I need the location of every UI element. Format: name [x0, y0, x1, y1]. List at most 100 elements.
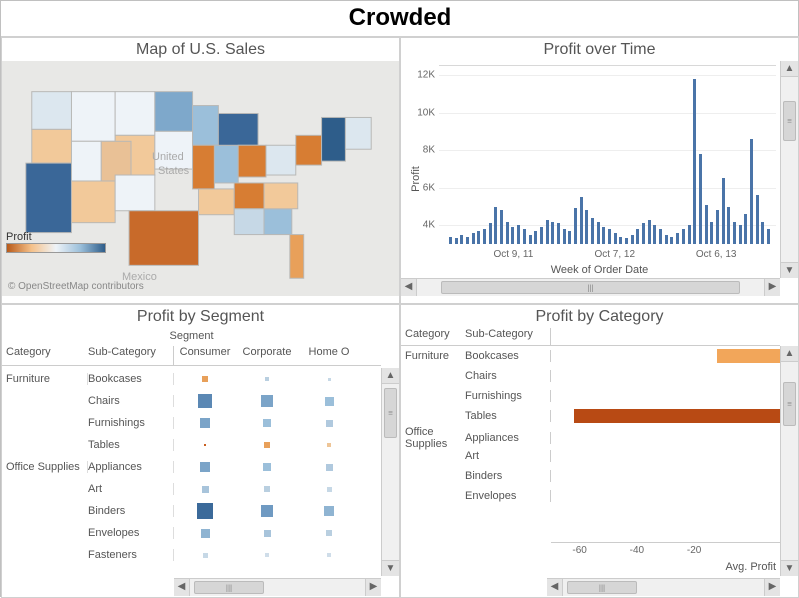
profit-bar[interactable] — [602, 227, 605, 244]
map-viewport[interactable]: United States Mexico Profit © OpenStreet… — [2, 61, 399, 296]
profit-bar[interactable] — [699, 154, 702, 244]
scroll-left-icon[interactable]: ◀ — [401, 279, 417, 296]
profit-bar[interactable] — [489, 223, 492, 244]
profit-bar[interactable] — [574, 208, 577, 244]
heatmap-cell[interactable] — [264, 486, 270, 492]
heatmap-cell[interactable] — [200, 418, 210, 428]
profit-bar[interactable] — [636, 229, 639, 244]
profit-bar[interactable] — [568, 231, 571, 244]
profit-bar[interactable] — [580, 197, 583, 244]
heatmap-cell[interactable] — [328, 378, 331, 381]
pbs-heatmap-grid[interactable]: FurnitureBookcasesChairsFurnishingsTable… — [2, 368, 381, 576]
profit-bar[interactable] — [551, 222, 554, 244]
heatmap-cell[interactable] — [324, 506, 334, 516]
profit-bar[interactable] — [608, 229, 611, 244]
scroll-up-icon[interactable]: ▲ — [781, 346, 798, 362]
profit-bar[interactable] — [483, 229, 486, 244]
profit-bar[interactable] — [716, 210, 719, 244]
profit-bar[interactable] — [563, 229, 566, 244]
heatmap-cell[interactable] — [265, 553, 269, 557]
profit-bar[interactable] — [642, 223, 645, 244]
heatmap-cell[interactable] — [325, 397, 334, 406]
scrollbar-thumb[interactable]: ≡ — [384, 388, 397, 438]
heatmap-cell[interactable] — [327, 553, 331, 557]
profit-bar[interactable] — [534, 231, 537, 244]
scroll-right-icon[interactable]: ▶ — [764, 279, 780, 296]
heatmap-cell[interactable] — [203, 553, 208, 558]
profit-bar[interactable] — [631, 235, 634, 244]
heatmap-cell[interactable] — [202, 486, 209, 493]
heatmap-cell[interactable] — [264, 442, 270, 448]
profit-bar[interactable] — [506, 222, 509, 244]
profit-bar[interactable] — [676, 233, 679, 244]
profit-bar[interactable] — [557, 223, 560, 244]
scrollbar-thumb[interactable]: ||| — [441, 281, 740, 294]
profit-bar[interactable] — [739, 225, 742, 244]
heatmap-cell[interactable] — [198, 394, 212, 408]
profit-bar[interactable] — [466, 237, 469, 244]
scroll-up-icon[interactable]: ▲ — [781, 61, 798, 77]
profit-bar[interactable] — [727, 207, 730, 244]
profit-bar[interactable] — [546, 220, 549, 244]
profit-bar[interactable] — [750, 139, 753, 244]
heatmap-cell[interactable] — [326, 420, 333, 427]
profit-bar[interactable] — [460, 235, 463, 244]
heatmap-cell[interactable] — [327, 443, 331, 447]
profit-bar[interactable] — [523, 229, 526, 244]
profit-bar[interactable] — [517, 225, 520, 244]
profit-bar[interactable] — [500, 210, 503, 244]
profit-bar[interactable] — [767, 229, 770, 244]
profit-bar[interactable] — [733, 222, 736, 244]
heatmap-cell[interactable] — [263, 463, 271, 471]
profit-bar[interactable] — [625, 238, 628, 244]
profit-bar[interactable] — [693, 79, 696, 244]
heatmap-cell[interactable] — [197, 503, 213, 519]
profit-bar[interactable] — [670, 237, 673, 244]
heatmap-cell[interactable] — [202, 376, 208, 382]
profit-bar[interactable] — [449, 237, 452, 244]
profit-bar[interactable] — [472, 233, 475, 244]
profit-bar[interactable] — [722, 178, 725, 244]
scroll-down-icon[interactable]: ▼ — [781, 560, 798, 576]
profit-bar[interactable] — [597, 222, 600, 244]
heatmap-cell[interactable] — [261, 395, 273, 407]
profit-bar[interactable] — [756, 195, 759, 244]
pot-horizontal-scrollbar[interactable]: ◀ ||| ▶ — [401, 278, 780, 296]
heatmap-cell[interactable] — [327, 487, 332, 492]
scroll-left-icon[interactable]: ◀ — [174, 579, 190, 596]
profit-bar[interactable] — [494, 207, 497, 244]
profit-bar[interactable] — [705, 205, 708, 244]
heatmap-cell[interactable] — [264, 530, 271, 537]
scrollbar-thumb[interactable]: ≡ — [783, 101, 796, 141]
scroll-down-icon[interactable]: ▼ — [781, 262, 798, 278]
profit-bar[interactable] — [591, 218, 594, 244]
heatmap-cell[interactable] — [265, 377, 269, 381]
profit-bar[interactable] — [477, 231, 480, 244]
profit-bar[interactable] — [540, 227, 543, 244]
scroll-down-icon[interactable]: ▼ — [382, 560, 399, 576]
profit-bar[interactable] — [682, 229, 685, 244]
heatmap-cell[interactable] — [261, 505, 273, 517]
heatmap-cell[interactable] — [326, 464, 333, 471]
scroll-up-icon[interactable]: ▲ — [382, 368, 399, 384]
scrollbar-thumb[interactable]: ||| — [194, 581, 264, 594]
profit-bar[interactable] — [710, 222, 713, 244]
profit-bar[interactable] — [659, 229, 662, 244]
profit-bar[interactable] — [665, 235, 668, 244]
pot-chart-area[interactable]: 12K10K8K6K4KOct 9, 11Oct 7, 12Oct 6, 13 — [439, 65, 776, 244]
pbc-bar-grid[interactable]: FurnitureBookcasesChairsFurnishingsTable… — [401, 346, 780, 540]
profit-bar[interactable] — [585, 210, 588, 244]
heatmap-cell[interactable] — [204, 444, 206, 446]
scroll-left-icon[interactable]: ◀ — [547, 579, 563, 596]
profit-bar[interactable] — [717, 349, 780, 363]
heatmap-cell[interactable] — [201, 529, 210, 538]
profit-bar[interactable] — [619, 237, 622, 244]
profit-bar[interactable] — [455, 238, 458, 244]
profit-bar[interactable] — [648, 220, 651, 244]
scroll-right-icon[interactable]: ▶ — [365, 579, 381, 596]
pbc-vertical-scrollbar[interactable]: ▲ ≡ ▼ — [780, 346, 798, 576]
scrollbar-thumb[interactable]: ||| — [567, 581, 637, 594]
profit-bar[interactable] — [688, 225, 691, 244]
profit-bar[interactable] — [614, 233, 617, 244]
profit-bar[interactable] — [761, 222, 764, 244]
